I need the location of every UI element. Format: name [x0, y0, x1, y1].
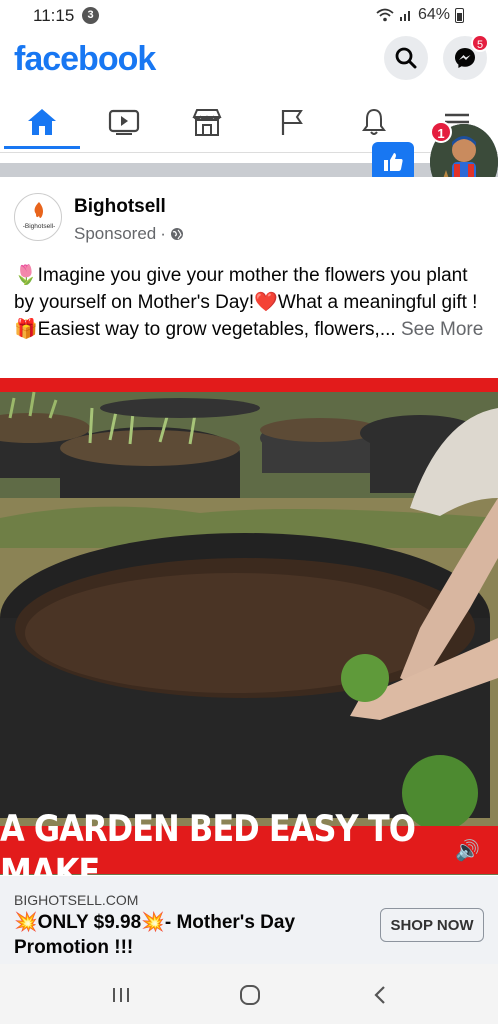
wifi-icon: [376, 8, 394, 22]
signal-icon: [399, 11, 410, 21]
post-header: -Bighotsell- Bighotsell Sponsored ·: [0, 177, 498, 257]
app-header: facebook 5: [0, 32, 498, 92]
see-more-link[interactable]: See More: [401, 319, 483, 340]
back-chevron-icon: [374, 986, 385, 1004]
tab-marketplace[interactable]: [182, 102, 232, 142]
chat-head-badge: 1: [430, 121, 452, 143]
video-caption-bar: A GARDEN BED EASY TO MAKE 🔊: [0, 806, 498, 875]
search-button[interactable]: [384, 36, 428, 80]
status-time: 11:15: [33, 6, 75, 25]
tab-home[interactable]: [17, 102, 67, 142]
page-avatar[interactable]: -Bighotsell-: [14, 193, 62, 241]
ad-headline-price: ONLY $9.98: [37, 912, 142, 933]
post-text-part-2: What a meaningful gift !: [277, 292, 478, 313]
post-text-part-3: Easiest way to grow vegetables, flowers,…: [37, 319, 401, 340]
video-frame: [0, 378, 498, 831]
store-icon: [192, 109, 222, 136]
bell-icon: [362, 108, 386, 135]
heart-emoji: ❤️: [254, 292, 278, 313]
boom-emoji: 💥: [14, 912, 38, 933]
feed-top-edge: [0, 152, 498, 163]
status-icons: 64%: [376, 6, 464, 24]
shop-now-button[interactable]: SHOP NOW: [380, 908, 484, 942]
recent-apps-icon: [113, 988, 129, 1002]
notification-count-badge: 3: [82, 7, 99, 24]
battery-icon: [455, 7, 464, 23]
messenger-badge: 5: [471, 34, 489, 52]
tab-bar: [0, 92, 498, 152]
video-icon: [108, 109, 140, 135]
tab-watch[interactable]: [99, 102, 149, 142]
flag-icon: [281, 110, 303, 135]
globe-icon: [170, 228, 183, 240]
search-icon: [395, 47, 417, 69]
separator-dot: ·: [160, 224, 166, 243]
gift-emoji: 🎁: [14, 319, 38, 340]
flame-logo-icon: -Bighotsell-: [23, 202, 56, 230]
active-tab-indicator: [4, 146, 80, 149]
sponsored-text: Sponsored: [74, 224, 157, 243]
status-bar: 11:15 3 64%: [0, 0, 498, 32]
post-message: 🌷Imagine you give your mother the flower…: [14, 262, 484, 343]
facebook-logo[interactable]: facebook: [14, 40, 156, 79]
sponsored-label[interactable]: Sponsored ·: [74, 224, 184, 244]
battery-percent: 64%: [417, 6, 450, 23]
ad-cta-panel[interactable]: BIGHOTSELL.COM 💥ONLY $9.98💥- Mother's Da…: [0, 876, 498, 964]
avatar-wordmark: -Bighotsell-: [23, 223, 56, 230]
ad-headline: 💥ONLY $9.98💥- Mother's Day Promotion !!!: [14, 910, 364, 960]
like-chat-button[interactable]: [372, 142, 414, 182]
home-icon: [28, 109, 56, 135]
video-caption: A GARDEN BED EASY TO MAKE: [0, 806, 416, 875]
thumbs-up-icon: [384, 153, 403, 171]
tab-notifications[interactable]: [349, 102, 399, 142]
post-video[interactable]: A GARDEN BED EASY TO MAKE 🔊: [0, 378, 498, 875]
speaker-icon[interactable]: 🔊: [455, 838, 480, 863]
messenger-button[interactable]: 5: [443, 34, 489, 80]
recent-apps-button[interactable]: [101, 982, 141, 1008]
boom-emoji-2: 💥: [141, 912, 165, 933]
feed-divider: [0, 163, 498, 177]
tulip-emoji: 🌷: [14, 265, 38, 286]
back-button[interactable]: [360, 982, 400, 1008]
home-circle-icon: [240, 985, 260, 1005]
tab-pages[interactable]: [266, 102, 316, 142]
home-nav-button[interactable]: [230, 982, 270, 1008]
android-nav-bar: [0, 964, 498, 1024]
ad-domain: BIGHOTSELL.COM: [14, 892, 139, 908]
page-name[interactable]: Bighotsell: [74, 196, 166, 218]
